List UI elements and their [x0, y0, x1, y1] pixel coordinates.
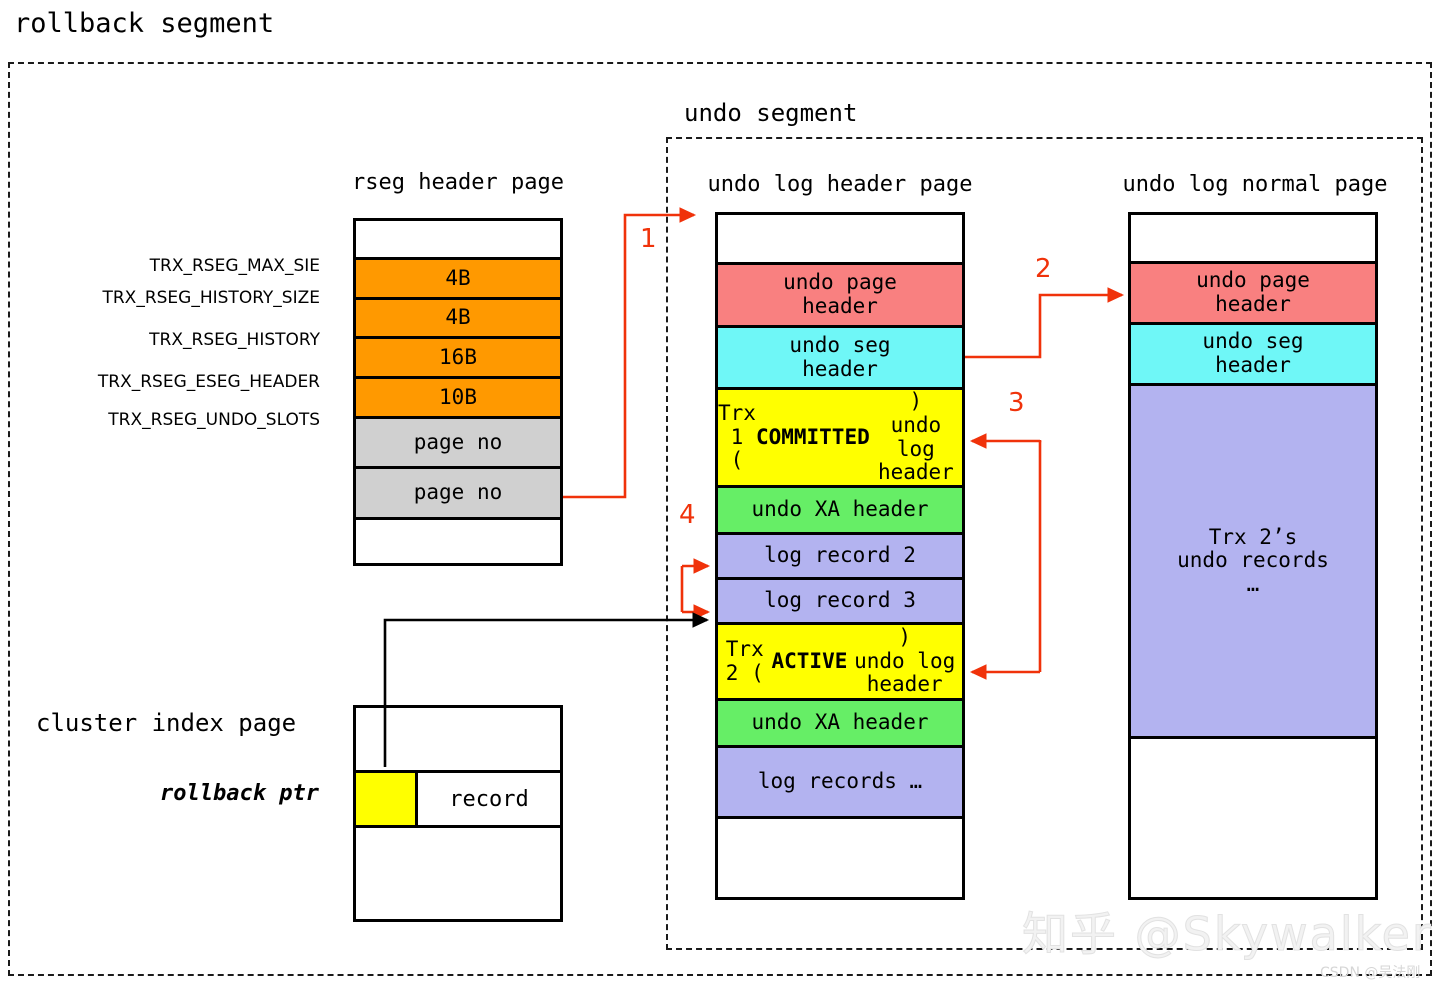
undo-log-normal-cell [1131, 215, 1375, 264]
undo-log-header-cell: Trx 2 (ACTIVE) undo log header [718, 625, 962, 701]
arrow-number-3: 3 [1008, 388, 1025, 418]
undo-log-header-cell [718, 819, 962, 877]
undo-log-normal-cell [1131, 739, 1375, 897]
rseg-header-page-box: 4B 4B 16B 10B page no page no [353, 218, 563, 566]
csdn-watermark: CSDN @吴法刚 [1320, 965, 1421, 981]
undo-log-normal-page-box: undo page header undo seg header Trx 2’s undo… [1128, 212, 1378, 900]
record-cell: record [449, 786, 529, 812]
rseg-cell: 16B [356, 339, 560, 379]
undo-log-header-page-box: undo page header undo seg header Trx 1(COMMI… [715, 212, 965, 900]
rseg-cell [356, 221, 560, 261]
rseg-cell: 4B [356, 299, 560, 340]
page-title: rollback segment [14, 8, 275, 39]
rseg-field-label: TRX_RSEG_ESEG_HEADER [97, 372, 320, 392]
undo-log-header-cell: undo XA header [718, 488, 962, 535]
rseg-cell: 4B [356, 260, 560, 300]
cluster-index-page-box: record [353, 705, 563, 922]
arrow-number-1: 1 [640, 224, 657, 254]
undo-segment-title: undo segment [684, 99, 858, 127]
diagram-canvas: rollback segment undo segment rseg heade… [0, 0, 1440, 989]
undo-log-header-cell: undo XA header [718, 701, 962, 748]
rollback-ptr-cell [356, 773, 418, 825]
undo-log-header-cell: log records … [718, 748, 962, 819]
zhihu-watermark: 知乎 @Skywalker [1022, 907, 1433, 962]
undo-log-normal-cell: undo seg header [1131, 325, 1375, 386]
rseg-cell: 10B [356, 378, 560, 420]
arrow-number-4: 4 [679, 500, 696, 530]
rollback-ptr-label: rollback ptr [160, 781, 319, 806]
undo-log-header-cell: log record 3 [718, 580, 962, 625]
rseg-field-label: TRX_RSEG_HISTORY_SIZE [102, 288, 320, 308]
undo-log-header-cell: Trx 1(COMMITTED) undo log header [718, 390, 962, 488]
rseg-cell: page no [356, 419, 560, 470]
undo-log-normal-cell: undo page header [1131, 263, 1375, 326]
undo-log-normal-cell: Trx 2’s undo records… [1131, 385, 1375, 740]
undo-log-header-cell [718, 215, 962, 265]
arrow-number-2: 2 [1035, 254, 1052, 284]
rseg-cell [356, 519, 560, 564]
undo-log-header-cell: undo page header [718, 265, 962, 328]
undo-log-header-page-title: undo log header page [707, 172, 973, 197]
rseg-field-label: TRX_RSEG_MAX_SIE [149, 256, 320, 276]
rseg-field-label: TRX_RSEG_HISTORY [149, 330, 320, 350]
rseg-header-page-title: rseg header page [352, 170, 564, 195]
undo-log-normal-page-title: undo log normal page [1122, 172, 1388, 197]
cluster-index-page-title: cluster index page [36, 709, 297, 737]
cluster-index-record-row: record [356, 770, 560, 828]
undo-log-header-cell: undo seg header [718, 328, 962, 390]
undo-log-header-cell: log record 2 [718, 535, 962, 580]
rseg-field-label: TRX_RSEG_UNDO_SLOTS [108, 410, 320, 430]
rseg-cell: page no [356, 469, 560, 520]
